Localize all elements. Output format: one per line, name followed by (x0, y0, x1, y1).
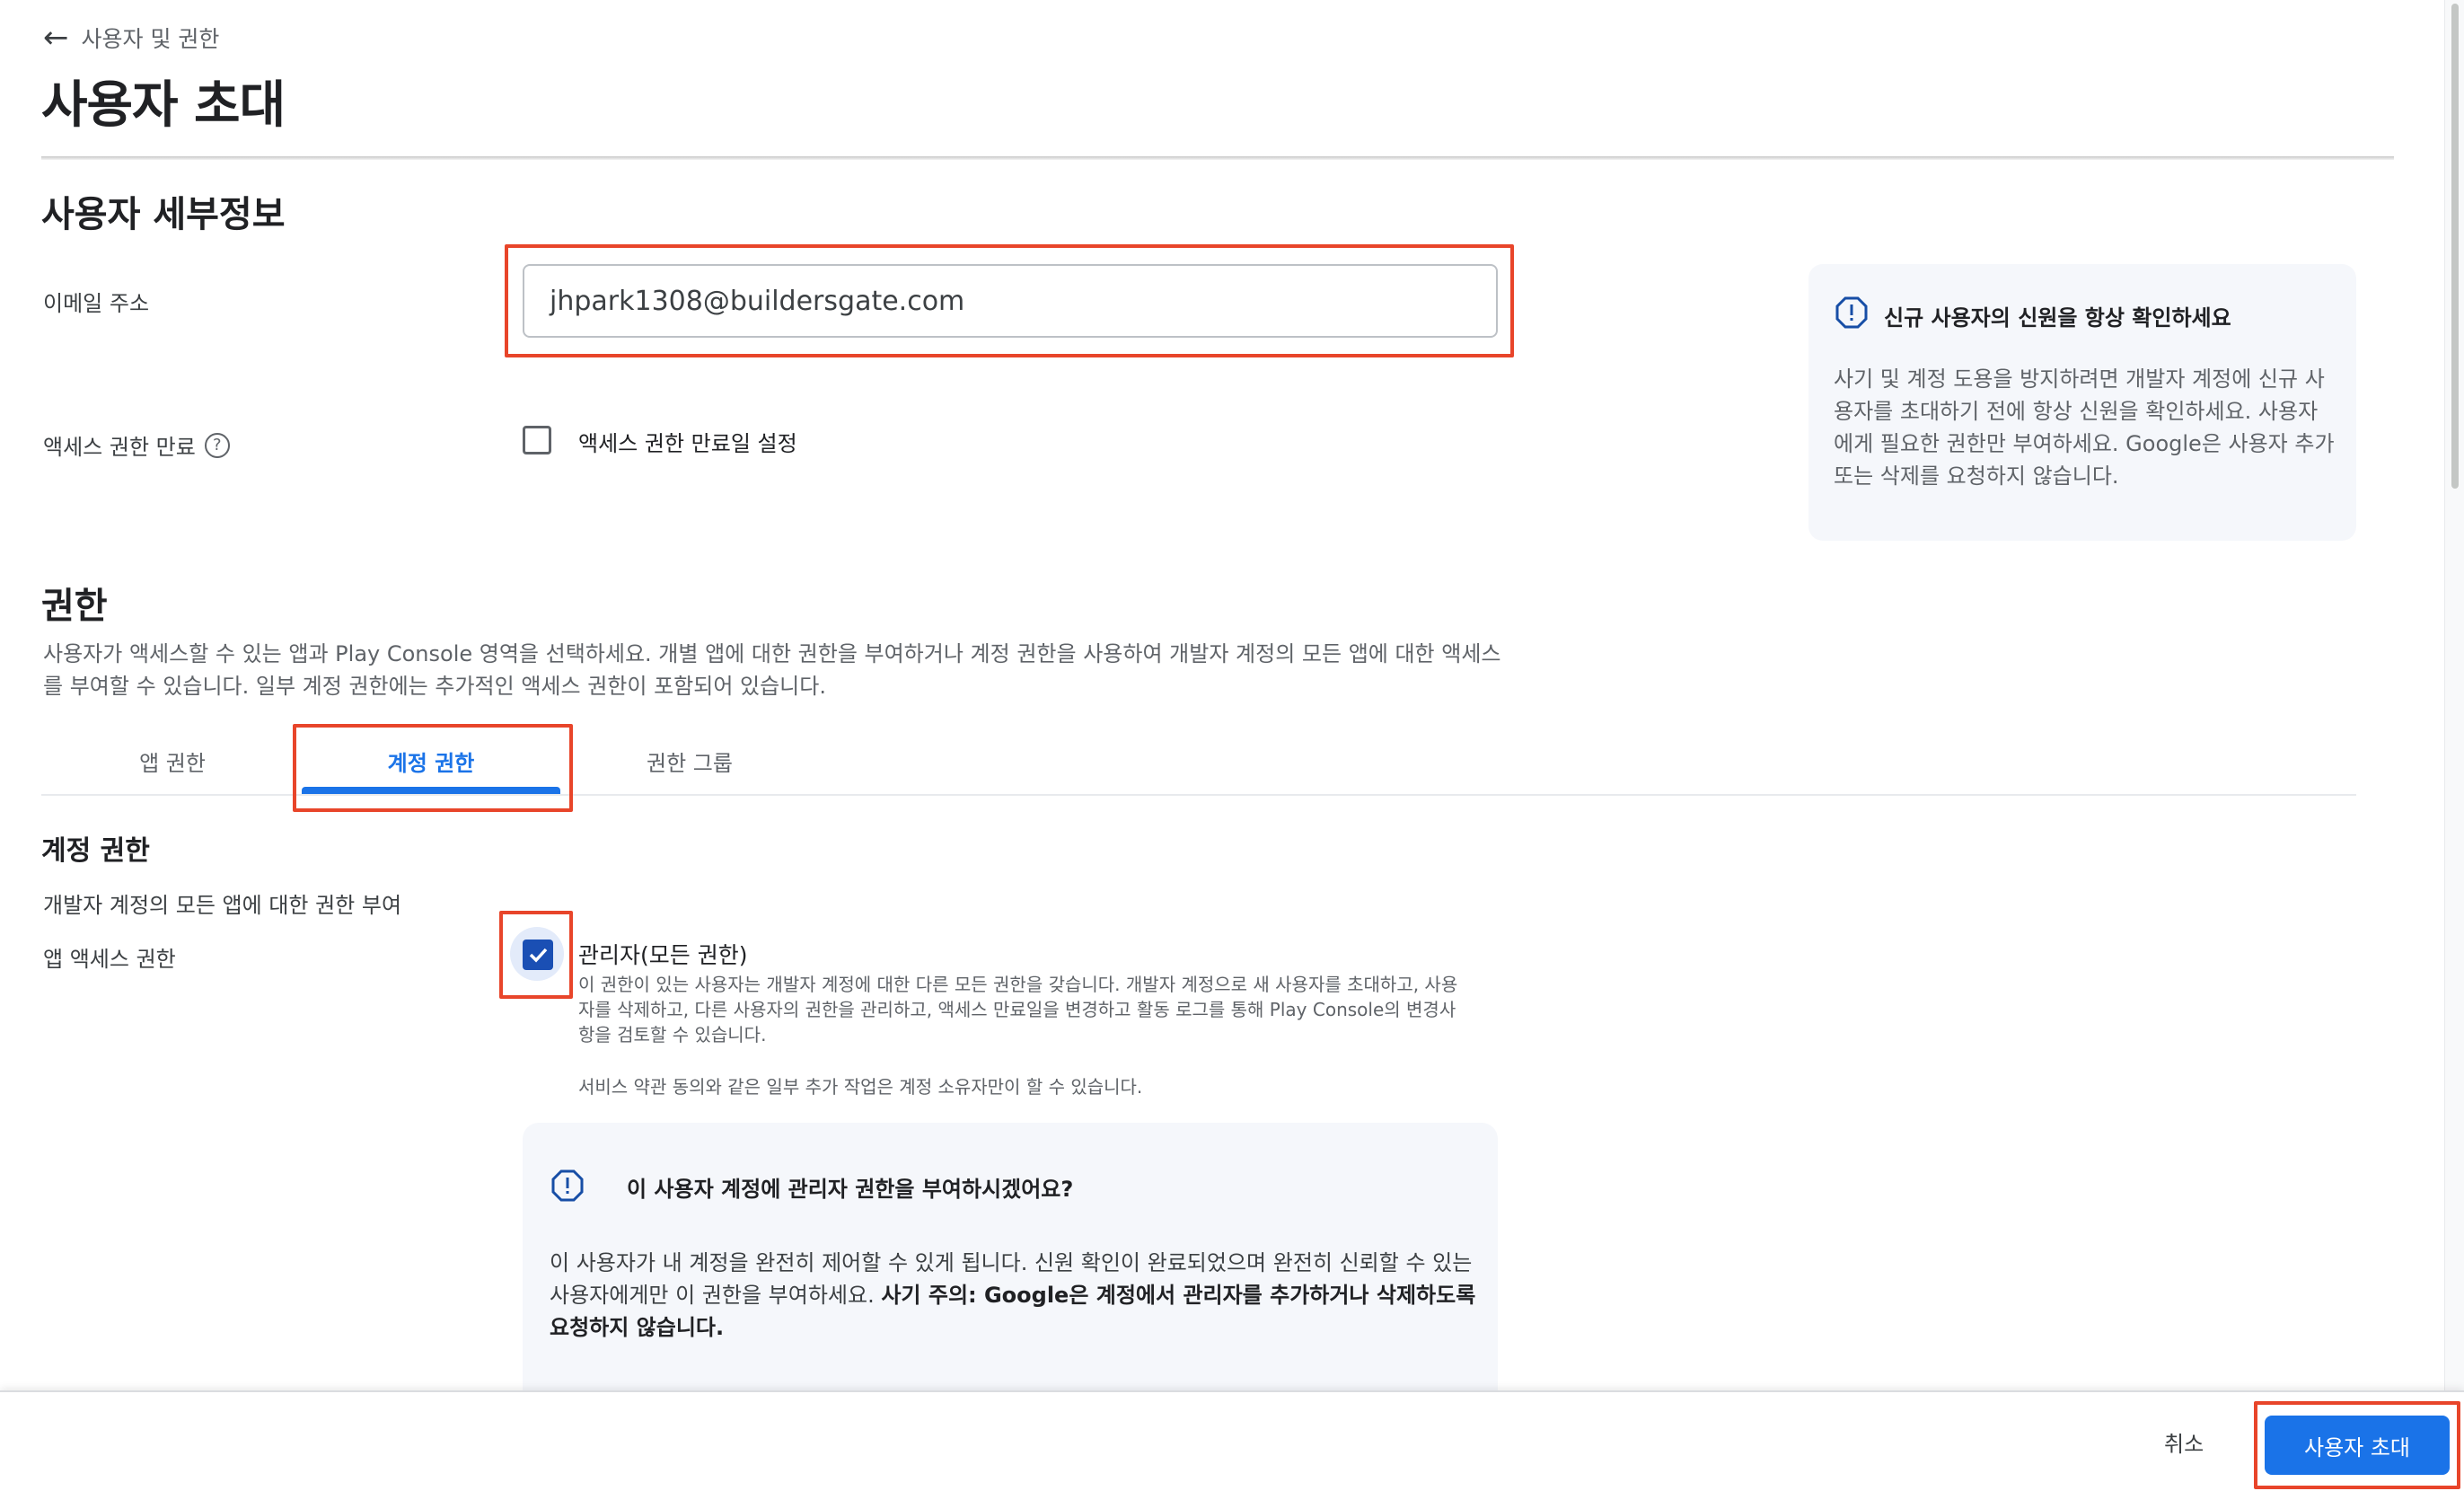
permissions-section-title: 권한 (41, 586, 108, 627)
admin-description-line: 자를 삭제하고, 다른 사용자의 권한을 관리하고, 액세스 만료일을 변경하고… (578, 999, 1456, 1020)
tab-permission-groups[interactable]: 권한 그룹 (602, 746, 778, 777)
warning-octagon-icon (1835, 296, 1868, 329)
permissions-description-line: 사용자가 액세스할 수 있는 앱과 Play Console 영역을 선택하세요… (43, 641, 1501, 666)
tab-app-permissions[interactable]: 앱 권한 (86, 746, 259, 777)
info-card-title: 신규 사용자의 신원을 항상 확인하세요 (1884, 305, 2231, 331)
expiry-checkbox[interactable] (523, 426, 551, 454)
page-title: 사용자 초대 (41, 76, 286, 135)
admin-description-line: 항을 검토할 수 있습니다. (578, 1024, 767, 1045)
warning-octagon-icon (551, 1169, 584, 1202)
account-permissions-subtitle: 개발자 계정의 모든 앱에 대한 권한 부여 (43, 893, 402, 918)
details-section-title: 사용자 세부정보 (41, 194, 286, 235)
admin-description-line: 이 권한이 있는 사용자는 개발자 계정에 대한 다른 모든 권한을 갖습니다.… (578, 974, 1458, 995)
admin-warning-line: 요청하지 않습니다. (550, 1311, 1475, 1344)
back-link-label: 사용자 및 권한 (81, 26, 220, 52)
info-card-line: 에게 필요한 권한만 부여하세요. Google은 사용자 추가 (1834, 431, 2335, 456)
highlight-account-tab (293, 724, 573, 812)
expiry-label: 액세스 권한 만료 (43, 435, 196, 460)
admin-warning-line: 사용자에게만 이 권한을 부여하세요. 사기 주의: Google은 계정에서 … (550, 1279, 1475, 1311)
back-link[interactable]: ← 사용자 및 권한 (43, 22, 219, 54)
admin-warning-body: 이 사용자가 내 계정을 완전히 제어할 수 있게 됩니다. 신원 확인이 완료… (550, 1247, 1475, 1344)
cancel-button[interactable]: 취소 (2164, 1426, 2204, 1458)
admin-permission-title[interactable]: 관리자(모든 권한) (578, 938, 747, 970)
permissions-description-line: 를 부여할 수 있습니다. 일부 계정 권한에는 추가적인 액세스 권한이 포함… (43, 674, 826, 699)
info-card-line: 또는 삭제를 요청하지 않습니다. (1834, 463, 2119, 489)
expiry-checkbox-label[interactable]: 액세스 권한 만료일 설정 (578, 426, 797, 457)
footer-bar (0, 1390, 2464, 1491)
header-divider (41, 156, 2394, 160)
help-circle-icon[interactable]: ? (204, 432, 230, 458)
info-card-body: 사기 및 계정 도용을 방지하려면 개발자 계정에 신규 사 용자를 초대하기 … (1834, 363, 2335, 492)
admin-permission-note: 서비스 약관 동의와 같은 일부 추가 작업은 계정 소유자만이 할 수 있습니… (578, 1076, 1143, 1098)
highlight-invite-button (2254, 1401, 2460, 1489)
account-permissions-title: 계정 권한 (41, 835, 150, 867)
app-access-label: 앱 액세스 권한 (43, 947, 176, 972)
fraud-warning-text: 사기 주의: Google은 계정에서 관리자를 추가하거나 삭제하도록 (881, 1283, 1476, 1308)
scrollbar-thumb[interactable] (2451, 4, 2459, 489)
email-label: 이메일 주소 (43, 291, 150, 316)
admin-warning-text: 사용자에게만 이 권한을 부여하세요. (550, 1283, 882, 1308)
admin-warning-line: 이 사용자가 내 계정을 완전히 제어할 수 있게 됩니다. 신원 확인이 완료… (550, 1250, 1473, 1275)
highlight-email (505, 244, 1514, 357)
info-card-line: 사기 및 계정 도용을 방지하려면 개발자 계정에 신규 사 (1834, 366, 2325, 392)
fraud-warning-text: 요청하지 않습니다. (550, 1315, 725, 1340)
info-card-line: 용자를 초대하기 전에 항상 신원을 확인하세요. 사용자 (1834, 399, 2319, 424)
highlight-admin-checkbox (499, 911, 573, 999)
admin-permission-description: 이 권한이 있는 사용자는 개발자 계정에 대한 다른 모든 권한을 갖습니다.… (578, 972, 1457, 1047)
expiry-label-row: 액세스 권한 만료 ? (43, 429, 230, 461)
admin-warning-title: 이 사용자 계정에 관리자 권한을 부여하시겠어요? (627, 1177, 1074, 1202)
permissions-description: 사용자가 액세스할 수 있는 앱과 Play Console 영역을 선택하세요… (43, 638, 1501, 702)
arrow-left-icon: ← (43, 20, 69, 56)
